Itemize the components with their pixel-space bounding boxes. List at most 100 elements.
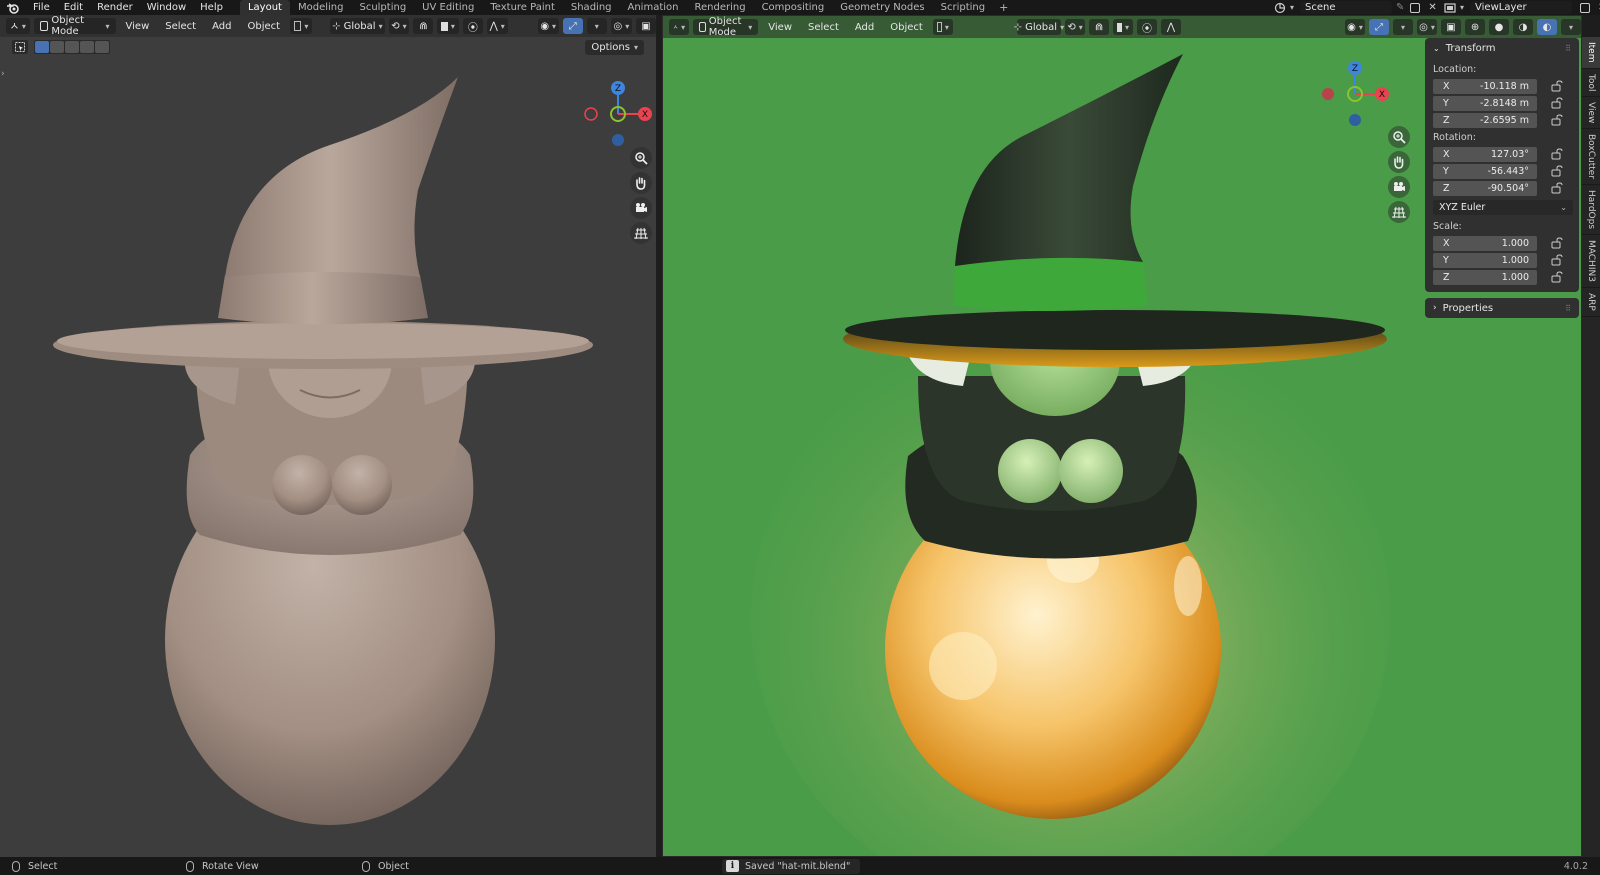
options-dropdown[interactable]: Options ▾	[585, 40, 644, 55]
snap-toggle-button[interactable]: ⋒	[413, 18, 434, 34]
chevron-down-icon[interactable]: ▾	[1460, 3, 1464, 12]
menu-help[interactable]: Help	[193, 0, 230, 15]
select-intersect-icon[interactable]	[95, 41, 109, 53]
shading-wireframe-icon[interactable]: ⊕	[1465, 19, 1486, 35]
gizmo-options-button[interactable]: ▾	[586, 18, 607, 34]
location-z-field[interactable]: Z -2.6595 m	[1433, 112, 1537, 128]
menu-window[interactable]: Window	[140, 0, 193, 15]
tab-arp[interactable]: ARP	[1582, 288, 1600, 318]
remove-scene-icon[interactable]: ✕	[1428, 2, 1436, 13]
ortho-grid-icon[interactable]	[1388, 201, 1410, 223]
select-invert-icon[interactable]	[80, 41, 94, 53]
gizmo-neg-x-axis[interactable]	[1322, 88, 1334, 100]
zoom-icon[interactable]	[1388, 126, 1410, 148]
visibility-button[interactable]: ◉ ▾	[1345, 19, 1366, 35]
location-x-field[interactable]: X -10.118 m	[1433, 78, 1537, 94]
unlock-icon[interactable]	[1551, 114, 1563, 126]
ortho-grid-icon[interactable]	[630, 222, 652, 244]
pivot-point-button[interactable]: ⟲ ▾	[1065, 19, 1086, 35]
tab-animation[interactable]: Animation	[620, 0, 687, 15]
properties-panel-header[interactable]: › Properties ⠿	[1425, 298, 1579, 318]
tab-layout[interactable]: Layout	[239, 0, 290, 15]
tab-shading[interactable]: Shading	[563, 0, 620, 15]
tab-scripting[interactable]: Scripting	[933, 0, 993, 15]
tab-view[interactable]: View	[1582, 97, 1600, 130]
tab-sculpting[interactable]: Sculpting	[351, 0, 414, 15]
drag-handle-icon[interactable]: ⠿	[1565, 44, 1571, 53]
proportional-edit-button[interactable]: ⦿	[1137, 19, 1158, 35]
transform-panel-header[interactable]: ⌄ Transform ⠿	[1425, 38, 1579, 58]
gizmo-toggle-button[interactable]: ⤢	[1369, 19, 1390, 35]
tab-boxcutter[interactable]: BoxCutter	[1582, 129, 1600, 186]
snap-element-button[interactable]: ▾	[437, 18, 459, 34]
snap-element-button[interactable]: ▾	[1113, 19, 1134, 35]
menu-object[interactable]: Object	[241, 21, 286, 32]
rotation-y-field[interactable]: Y -56.443°	[1433, 163, 1537, 179]
report-message[interactable]: i Saved "hat-mit.blend"	[722, 858, 861, 874]
pan-hand-icon[interactable]	[630, 172, 652, 194]
menu-add[interactable]: Add	[849, 22, 880, 33]
unlock-icon[interactable]	[1551, 165, 1563, 177]
shading-material-icon[interactable]: ◑	[1513, 19, 1534, 35]
tab-modeling[interactable]: Modeling	[290, 0, 352, 15]
gizmo-neg-x-axis[interactable]	[584, 107, 598, 121]
new-scene-icon[interactable]	[1410, 2, 1421, 13]
new-view-layer-icon[interactable]	[1580, 2, 1591, 13]
unlock-icon[interactable]	[1551, 97, 1563, 109]
editor-type-button[interactable]: ▾	[669, 19, 690, 35]
falloff-button[interactable]: ⋀ ▾	[486, 18, 508, 34]
shading-rendered-icon[interactable]: ◐	[1537, 19, 1558, 35]
rotation-x-field[interactable]: X 127.03°	[1433, 146, 1537, 162]
tab-geometry-nodes[interactable]: Geometry Nodes	[832, 0, 932, 15]
tab-machin3[interactable]: MACHIN3	[1582, 235, 1600, 289]
menu-view[interactable]: View	[120, 21, 156, 32]
tab-tool[interactable]: Tool	[1582, 69, 1600, 97]
select-extend-icon[interactable]	[50, 41, 64, 53]
camera-icon[interactable]	[630, 197, 652, 219]
tab-item[interactable]: Item	[1582, 37, 1600, 69]
add-workspace-button[interactable]: +	[993, 0, 1014, 15]
menu-select[interactable]: Select	[802, 22, 845, 33]
visibility-button[interactable]: ◉ ▾	[537, 18, 559, 34]
tab-texture-paint[interactable]: Texture Paint	[482, 0, 563, 15]
menu-edit[interactable]: Edit	[57, 0, 90, 15]
unlock-icon[interactable]	[1551, 182, 1563, 194]
proportional-edit-button[interactable]: ⦿	[462, 18, 483, 34]
zoom-icon[interactable]	[630, 147, 652, 169]
menu-render[interactable]: Render	[90, 0, 140, 15]
pivot-point-button[interactable]: ⟲ ▾	[388, 18, 410, 34]
select-subtract-icon[interactable]	[65, 41, 79, 53]
view-layer-name-field[interactable]: ViewLayer	[1470, 1, 1573, 14]
shading-solid-icon[interactable]: ●	[1489, 19, 1510, 35]
tab-hardops[interactable]: HardOps	[1582, 185, 1600, 236]
scale-y-field[interactable]: Y 1.000	[1433, 252, 1537, 268]
location-y-field[interactable]: Y -2.8148 m	[1433, 95, 1537, 111]
shading-options-button[interactable]: ▾	[1561, 19, 1581, 35]
xray-toggle-button[interactable]: ▣	[635, 18, 656, 34]
menu-view[interactable]: View	[762, 22, 798, 33]
navigation-gizmo[interactable]: Z X	[1317, 48, 1397, 128]
orientation-dropdown[interactable]: ⊹ Global ▾	[1014, 19, 1064, 35]
tab-uv-editing[interactable]: UV Editing	[414, 0, 482, 15]
chevron-down-icon[interactable]: ▾	[1290, 3, 1294, 12]
overlays-button[interactable]: ◎ ▾	[1417, 19, 1438, 35]
camera-icon[interactable]	[1388, 176, 1410, 198]
menu-object[interactable]: Object	[884, 22, 929, 33]
tab-rendering[interactable]: Rendering	[686, 0, 753, 15]
snap-target-button[interactable]: ▾	[290, 18, 313, 34]
overlays-button[interactable]: ◎ ▾	[610, 18, 632, 34]
menu-file[interactable]: File	[26, 0, 57, 15]
unlock-icon[interactable]	[1551, 148, 1563, 160]
editor-type-button[interactable]: ▾	[6, 18, 30, 34]
menu-add[interactable]: Add	[206, 21, 237, 32]
drag-handle-icon[interactable]: ⠿	[1565, 304, 1571, 313]
unlock-icon[interactable]	[1551, 271, 1563, 283]
xray-toggle-button[interactable]: ▣	[1441, 19, 1462, 35]
navigation-gizmo[interactable]: Z X	[578, 70, 656, 150]
blender-logo-icon[interactable]	[0, 0, 26, 15]
pan-hand-icon[interactable]	[1388, 151, 1410, 173]
gizmo-neg-z-axis[interactable]	[1349, 114, 1361, 126]
rotation-mode-dropdown[interactable]: XYZ Euler ⌄	[1433, 200, 1573, 215]
unlock-icon[interactable]	[1551, 80, 1563, 92]
orientation-dropdown[interactable]: ⊹ Global ▾	[330, 18, 385, 34]
